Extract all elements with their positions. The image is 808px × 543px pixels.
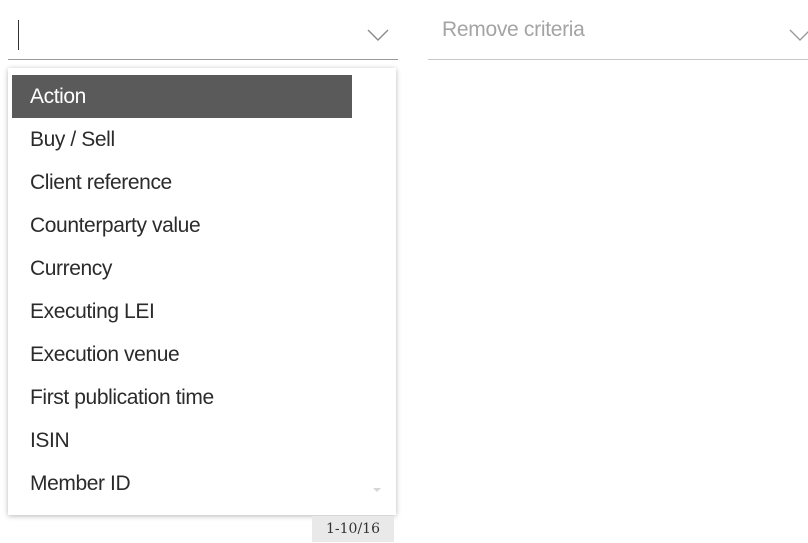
text-cursor	[18, 20, 19, 50]
dropdown-option[interactable]: ISIN	[12, 419, 352, 462]
page: Remove criteria Action Buy / Sell Client…	[0, 0, 808, 543]
dropdown-option[interactable]: Execution venue	[12, 333, 352, 376]
dropdown-option[interactable]: Currency	[12, 247, 352, 290]
scroll-down-arrow-icon[interactable]	[373, 488, 381, 492]
chevron-down-icon[interactable]	[789, 28, 808, 42]
dropdown-option[interactable]: Counterparty value	[12, 204, 352, 247]
dropdown-option[interactable]: Buy / Sell	[12, 118, 352, 161]
criteria-select[interactable]	[8, 8, 398, 60]
dropdown-option[interactable]: Member ID	[12, 462, 352, 505]
dropdown-option[interactable]: Client reference	[12, 161, 352, 204]
pagination-indicator: 1-10/16	[312, 516, 394, 542]
chevron-down-icon[interactable]	[367, 28, 389, 42]
criteria-dropdown-list[interactable]: Action Buy / Sell Client reference Count…	[8, 68, 396, 515]
dropdown-option[interactable]: Action	[12, 75, 352, 118]
dropdown-option[interactable]: Executing LEI	[12, 290, 352, 333]
remove-criteria-placeholder: Remove criteria	[442, 18, 585, 41]
dropdown-option[interactable]: First publication time	[12, 376, 352, 419]
remove-criteria-select[interactable]: Remove criteria	[428, 8, 808, 60]
